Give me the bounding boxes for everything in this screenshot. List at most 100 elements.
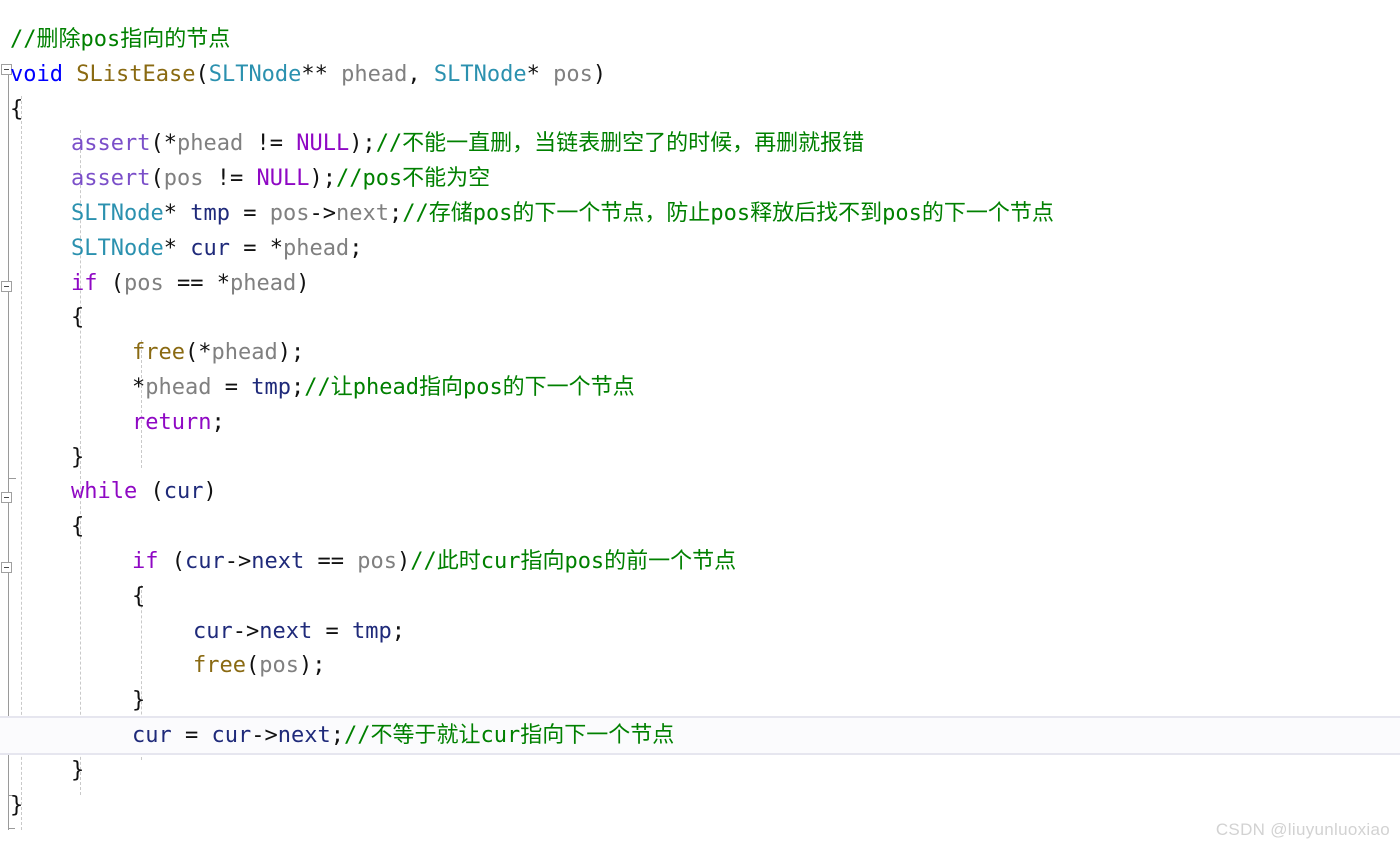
code-line-content: return;	[0, 405, 225, 440]
code-token: cur	[185, 549, 225, 574]
code-text-area[interactable]: //删除pos指向的节点 void SListEase(SLTNode** phe…	[0, 0, 1400, 848]
code-line-content: if (cur->next == pos)//此时cur指向pos的前一个节点	[0, 544, 736, 579]
code-line[interactable]: {	[0, 92, 1400, 127]
code-token: ;	[349, 235, 363, 261]
code-token: (*	[184, 340, 212, 366]
code-line[interactable]: }	[0, 440, 1400, 475]
code-token: ;	[391, 618, 405, 644]
code-line-content: }	[0, 440, 84, 475]
code-line[interactable]: return;	[0, 405, 1400, 440]
code-line[interactable]: }	[0, 788, 1400, 823]
code-token: SListEase	[76, 61, 196, 87]
code-token: *	[132, 375, 146, 400]
code-token: (	[150, 166, 164, 192]
code-token: pos	[553, 61, 593, 87]
code-token: //pos不能为空	[335, 166, 491, 192]
code-token: if	[71, 270, 98, 296]
code-line[interactable]: assert(*phead != NULL);//不能一直删，当链表删空了的时候…	[0, 126, 1400, 161]
code-token: (	[245, 653, 260, 679]
code-token: next	[277, 723, 331, 748]
code-line-content: *phead = tmp;//让phead指向pos的下一个节点	[0, 370, 635, 405]
code-token: next	[259, 618, 313, 644]
code-token: tmp	[251, 375, 291, 400]
csdn-watermark: CSDN @liuyunluoxiao	[1215, 820, 1390, 839]
code-token: //不等于就让cur指向下一个节点	[343, 723, 675, 748]
code-token: =	[171, 723, 212, 748]
code-line-content: {	[0, 579, 145, 614]
code-token: ,	[407, 61, 434, 87]
code-line[interactable]: cur = cur->next;//不等于就让cur指向下一个节点	[0, 716, 1400, 755]
code-line-content: {	[0, 92, 23, 127]
code-token: tmp	[351, 618, 392, 644]
code-line[interactable]: cur->next = tmp;	[0, 614, 1400, 649]
code-line[interactable]: if (cur->next == pos)//此时cur指向pos的前一个节点	[0, 544, 1400, 579]
code-token: )	[203, 479, 217, 505]
code-token: {	[71, 305, 85, 331]
code-line-content: cur = cur->next;//不等于就让cur指向下一个节点	[0, 718, 674, 753]
code-token: cur	[211, 723, 252, 748]
code-line-content: }	[0, 753, 84, 788]
code-line[interactable]: //删除pos指向的节点	[0, 22, 1400, 57]
code-token: ==	[304, 549, 358, 574]
code-token: pos	[259, 653, 299, 679]
code-token: void	[10, 61, 63, 87]
code-token: (	[195, 61, 209, 87]
code-token: }	[132, 688, 146, 714]
code-line[interactable]: {	[0, 579, 1400, 614]
code-line-content: {	[0, 509, 84, 544]
code-line[interactable]: SLTNode* cur = *phead;	[0, 231, 1400, 266]
code-line[interactable]: {	[0, 300, 1400, 335]
code-token: )	[296, 270, 310, 296]
code-token: phead	[341, 61, 408, 87]
code-token: {	[71, 514, 85, 540]
code-token: }	[71, 757, 85, 783]
code-token: cur	[163, 479, 204, 505]
code-line[interactable]: void SListEase(SLTNode** phead, SLTNode*…	[0, 57, 1400, 92]
code-token: pos	[163, 166, 204, 192]
code-line[interactable]: while (cur)	[0, 474, 1400, 509]
code-token: !=	[203, 166, 257, 192]
code-line[interactable]: free(pos);	[0, 648, 1400, 683]
code-token: }	[71, 444, 85, 470]
code-line[interactable]: {	[0, 509, 1400, 544]
code-line-content: SLTNode* cur = *phead;	[0, 231, 362, 266]
code-editor-view: //删除pos指向的节点 void SListEase(SLTNode** phe…	[0, 0, 1400, 848]
code-line[interactable]: if (pos == *phead)	[0, 266, 1400, 301]
code-line[interactable]: assert(pos != NULL);//pos不能为空	[0, 161, 1400, 196]
code-token: if	[132, 549, 159, 574]
code-line-content: free(pos);	[0, 648, 325, 683]
code-token: SLTNode	[433, 61, 527, 87]
code-token: {	[10, 96, 24, 122]
code-line-content: {	[0, 300, 84, 335]
code-token: pos	[269, 201, 310, 226]
code-line[interactable]: }	[0, 683, 1400, 718]
code-token: *	[163, 235, 191, 261]
code-token: assert	[71, 166, 151, 192]
code-token: }	[10, 792, 24, 818]
code-line[interactable]: }	[0, 753, 1400, 788]
code-token: pos	[357, 549, 397, 574]
code-line-content: cur->next = tmp;	[0, 614, 405, 649]
code-token: tmp	[190, 201, 230, 226]
code-line-content: //删除pos指向的节点	[0, 22, 230, 57]
code-line[interactable]: *phead = tmp;//让phead指向pos的下一个节点	[0, 370, 1400, 405]
code-token: *	[526, 61, 554, 87]
code-line[interactable]: free(*phead);	[0, 335, 1400, 370]
code-token: //存储pos的下一个节点，防止pos释放后找不到pos的下一个节点	[402, 201, 1054, 226]
code-token: cur	[190, 235, 230, 261]
code-token: cur	[132, 723, 172, 748]
code-token: );	[298, 653, 326, 679]
code-token: phead	[211, 340, 278, 366]
code-line[interactable]: SLTNode* tmp = pos->next;//存储pos的下一个节点，防…	[0, 196, 1400, 231]
code-token: SLTNode	[71, 201, 164, 226]
code-token: //不能一直删，当链表删空了的时候，再删就报错	[375, 131, 865, 157]
code-token: //此时cur指向pos的前一个节点	[410, 549, 737, 574]
code-line-content: }	[0, 683, 145, 718]
code-line-content: while (cur)	[0, 474, 217, 509]
code-token: free	[132, 340, 185, 366]
code-token: free	[193, 653, 246, 679]
code-line-content: free(*phead);	[0, 335, 304, 370]
code-token: ;	[290, 375, 305, 400]
code-token: = *	[229, 235, 283, 261]
